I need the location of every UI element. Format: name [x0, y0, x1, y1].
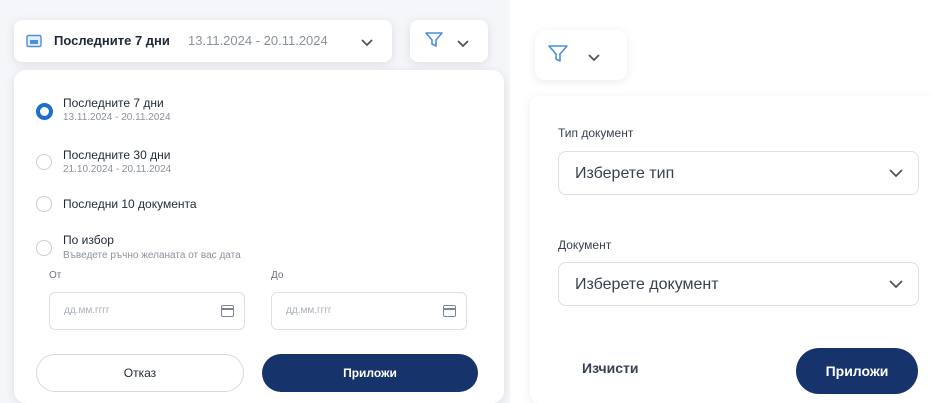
doc-select[interactable]: Изберете документ — [558, 262, 919, 306]
option-title[interactable]: По избор — [63, 233, 114, 247]
to-label: До — [271, 270, 284, 281]
clear-button[interactable]: Изчисти — [582, 360, 638, 376]
period-label: Последните 7 дни — [54, 33, 170, 48]
chevron-down-icon — [888, 277, 904, 295]
option-title[interactable]: Последни 10 документа — [63, 197, 197, 211]
apply-button[interactable]: Приложи — [262, 354, 478, 392]
doc-type-select[interactable]: Изберете тип — [558, 151, 919, 195]
radio-custom[interactable] — [36, 240, 52, 256]
to-date-field[interactable]: дд.мм.гггг — [271, 292, 467, 330]
option-title[interactable]: Последните 30 дни — [63, 148, 170, 162]
calendar-icon[interactable] — [443, 305, 456, 317]
filter-apply-button[interactable]: Приложи — [796, 348, 918, 394]
doc-type-value: Изберете тип — [575, 165, 675, 182]
filter-icon — [547, 44, 569, 69]
doc-value: Изберете документ — [575, 276, 719, 293]
option-subtitle: Въведете ръчно желаната от вас дата — [63, 250, 241, 261]
period-dropdown-menu: Последните 7 дни 13.11.2024 - 20.11.2024… — [14, 70, 504, 403]
filter-toggle-button[interactable] — [410, 20, 488, 62]
filter-toggle-button-open[interactable] — [535, 30, 627, 80]
option-subtitle: 21.10.2024 - 20.11.2024 — [63, 164, 172, 175]
chevron-down-icon[interactable] — [360, 35, 374, 53]
chevron-down-icon — [888, 166, 904, 184]
from-date-placeholder: дд.мм.гггг — [64, 305, 110, 316]
doc-type-label: Тип документ — [558, 126, 634, 140]
calendar-icon — [26, 34, 42, 53]
period-selector[interactable]: Последните 7 дни 13.11.2024 - 20.11.2024 — [14, 20, 392, 62]
option-title[interactable]: Последните 7 дни — [63, 96, 164, 110]
cancel-button[interactable]: Отказ — [36, 354, 244, 392]
radio-last-30-days[interactable] — [36, 154, 52, 170]
chevron-down-icon — [456, 36, 470, 54]
to-date-placeholder: дд.мм.гггг — [286, 305, 332, 316]
radio-last-10-documents[interactable] — [36, 196, 52, 212]
doc-label: Документ — [558, 238, 612, 252]
calendar-icon[interactable] — [221, 305, 234, 317]
filter-icon — [424, 31, 444, 54]
filter-panel: Тип документ Изберете тип Документ Избер… — [530, 96, 933, 403]
from-date-field[interactable]: дд.мм.гггг — [49, 292, 245, 330]
option-subtitle: 13.11.2024 - 20.11.2024 — [63, 112, 171, 123]
from-label: От — [49, 270, 62, 281]
period-range: 13.11.2024 - 20.11.2024 — [188, 33, 328, 48]
radio-last-7-days[interactable] — [36, 103, 53, 120]
chevron-down-icon — [587, 50, 601, 68]
